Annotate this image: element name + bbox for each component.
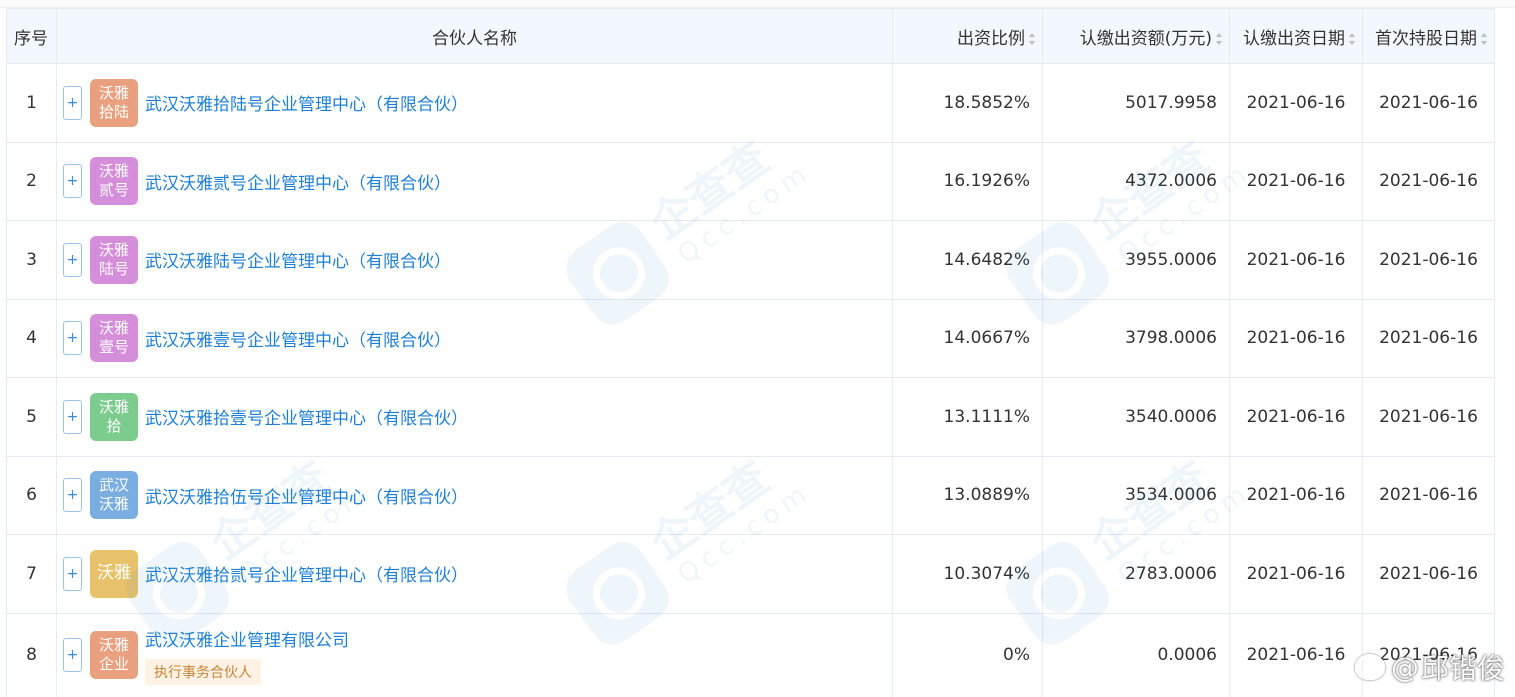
row-index: 6 bbox=[6, 455, 57, 535]
executive-partner-badge: 执行事务合伙人 bbox=[145, 658, 261, 685]
partner-name-cell: + 沃雅贰号 武汉沃雅贰号企业管理中心（有限合伙） bbox=[56, 141, 893, 221]
partner-name-link[interactable]: 武汉沃雅企业管理有限公司 bbox=[145, 626, 349, 651]
partner-name-link[interactable]: 武汉沃雅拾陆号企业管理中心（有限合伙） bbox=[145, 90, 468, 115]
subscribe-date: 2021-06-16 bbox=[1229, 612, 1363, 697]
row-index: 4 bbox=[6, 298, 57, 378]
expand-button[interactable]: + bbox=[63, 242, 82, 277]
contribution-ratio: 13.0889% bbox=[892, 455, 1043, 535]
partners-table: 序号 合伙人名称 出资比例 认缴出资额(万元) 认缴出资日期 首次持股日期 1 +… bbox=[6, 8, 1495, 697]
subscribed-amount: 5017.9958 bbox=[1042, 63, 1230, 143]
partner-name-link[interactable]: 武汉沃雅贰号企业管理中心（有限合伙） bbox=[145, 169, 451, 194]
first-hold-date: 2021-06-16 bbox=[1362, 220, 1495, 300]
weibo-watermark: @ 邱锴俊 bbox=[1354, 647, 1505, 687]
subscribe-date: 2021-06-16 bbox=[1229, 377, 1363, 457]
sort-icon[interactable] bbox=[1481, 32, 1488, 45]
partner-name-cell: + 沃雅陆号 武汉沃雅陆号企业管理中心（有限合伙） bbox=[56, 220, 893, 300]
partner-name-link[interactable]: 武汉沃雅拾壹号企业管理中心（有限合伙） bbox=[145, 404, 468, 429]
partner-name-link[interactable]: 武汉沃雅拾伍号企业管理中心（有限合伙） bbox=[145, 483, 468, 508]
subscribed-amount: 3534.0006 bbox=[1042, 455, 1230, 535]
expand-button[interactable]: + bbox=[63, 399, 82, 434]
partner-name-link[interactable]: 武汉沃雅陆号企业管理中心（有限合伙） bbox=[145, 247, 451, 272]
contribution-ratio: 10.3074% bbox=[892, 534, 1043, 614]
company-logo: 沃雅拾 bbox=[90, 392, 138, 441]
subscribe-date: 2021-06-16 bbox=[1229, 63, 1363, 143]
contribution-ratio: 13.1111% bbox=[892, 377, 1043, 457]
company-logo: 沃雅拾陆 bbox=[90, 78, 138, 127]
contribution-ratio: 14.0667% bbox=[892, 298, 1043, 378]
subscribe-date: 2021-06-16 bbox=[1229, 141, 1363, 221]
weibo-username: 邱锴俊 bbox=[1420, 652, 1505, 685]
contribution-ratio: 0% bbox=[892, 612, 1043, 697]
sort-icon[interactable] bbox=[1029, 32, 1036, 45]
header-amount-sort[interactable]: 认缴出资额(万元) bbox=[1042, 8, 1230, 64]
partner-name-link[interactable]: 武汉沃雅壹号企业管理中心（有限合伙） bbox=[145, 326, 451, 351]
table-row: 4 + 沃雅壹号 武汉沃雅壹号企业管理中心（有限合伙） 14.0667% 3798.000… bbox=[6, 298, 1495, 378]
partner-name-cell: + 沃雅 武汉沃雅拾贰号企业管理中心（有限合伙） bbox=[56, 534, 893, 614]
table-row: 7 + 沃雅 武汉沃雅拾贰号企业管理中心（有限合伙） 10.3074% 2783.0006… bbox=[6, 534, 1495, 614]
subscribed-amount: 2783.0006 bbox=[1042, 534, 1230, 614]
expand-button[interactable]: + bbox=[63, 164, 82, 199]
company-logo: 沃雅贰号 bbox=[90, 157, 138, 206]
header-name: 合伙人名称 bbox=[56, 8, 893, 64]
row-index: 3 bbox=[6, 220, 57, 300]
subscribed-amount: 3540.0006 bbox=[1042, 377, 1230, 457]
partner-name-link[interactable]: 武汉沃雅拾贰号企业管理中心（有限合伙） bbox=[145, 561, 468, 586]
partner-name-cell: + 沃雅企业 武汉沃雅企业管理有限公司 执行事务合伙人 bbox=[56, 612, 893, 697]
row-index: 8 bbox=[6, 612, 57, 697]
subscribe-date: 2021-06-16 bbox=[1229, 455, 1363, 535]
sort-icon[interactable] bbox=[1216, 32, 1223, 45]
company-logo: 沃雅企业 bbox=[90, 631, 138, 679]
company-logo: 沃雅陆号 bbox=[90, 235, 138, 284]
first-hold-date: 2021-06-16 bbox=[1362, 377, 1495, 457]
company-logo: 沃雅壹号 bbox=[90, 314, 138, 363]
contribution-ratio: 18.5852% bbox=[892, 63, 1043, 143]
row-index: 2 bbox=[6, 141, 57, 221]
row-index: 1 bbox=[6, 63, 57, 143]
subscribed-amount: 0.0006 bbox=[1042, 612, 1230, 697]
first-hold-date: 2021-06-16 bbox=[1362, 534, 1495, 614]
partner-name-cell: + 武汉沃雅 武汉沃雅拾伍号企业管理中心（有限合伙） bbox=[56, 455, 893, 535]
expand-button[interactable]: + bbox=[63, 321, 82, 356]
contribution-ratio: 16.1926% bbox=[892, 141, 1043, 221]
subscribe-date: 2021-06-16 bbox=[1229, 534, 1363, 614]
first-hold-date: 2021-06-16 bbox=[1362, 298, 1495, 378]
subscribe-date: 2021-06-16 bbox=[1229, 298, 1363, 378]
weibo-icon bbox=[1354, 654, 1385, 680]
company-logo: 沃雅 bbox=[90, 549, 138, 598]
partner-name-cell: + 沃雅壹号 武汉沃雅壹号企业管理中心（有限合伙） bbox=[56, 298, 893, 378]
row-index: 5 bbox=[6, 377, 57, 457]
subscribed-amount: 4372.0006 bbox=[1042, 141, 1230, 221]
header-ratio-sort[interactable]: 出资比例 bbox=[892, 8, 1043, 64]
header-index: 序号 bbox=[6, 8, 57, 64]
expand-button[interactable]: + bbox=[63, 556, 82, 591]
table-row: 5 + 沃雅拾 武汉沃雅拾壹号企业管理中心（有限合伙） 13.1111% 3540.000… bbox=[6, 377, 1495, 457]
header-first-hold-date-sort[interactable]: 首次持股日期 bbox=[1362, 8, 1495, 64]
table-row: 3 + 沃雅陆号 武汉沃雅陆号企业管理中心（有限合伙） 14.6482% 3955.000… bbox=[6, 220, 1495, 300]
table-body: 1 + 沃雅拾陆 武汉沃雅拾陆号企业管理中心（有限合伙） 18.5852% 5017.99… bbox=[6, 63, 1495, 697]
partner-name-cell: + 沃雅拾 武汉沃雅拾壹号企业管理中心（有限合伙） bbox=[56, 377, 893, 457]
contribution-ratio: 14.6482% bbox=[892, 220, 1043, 300]
subscribed-amount: 3798.0006 bbox=[1042, 298, 1230, 378]
table-row: 6 + 武汉沃雅 武汉沃雅拾伍号企业管理中心（有限合伙） 13.0889% 3534.00… bbox=[6, 455, 1495, 535]
expand-button[interactable]: + bbox=[63, 85, 82, 120]
first-hold-date: 2021-06-16 bbox=[1362, 455, 1495, 535]
expand-button[interactable]: + bbox=[63, 638, 82, 672]
company-logo: 武汉沃雅 bbox=[90, 471, 138, 520]
first-hold-date: 2021-06-16 bbox=[1362, 141, 1495, 221]
table-row: 8 + 沃雅企业 武汉沃雅企业管理有限公司 执行事务合伙人 0% 0.0006 2021-06… bbox=[6, 612, 1495, 697]
row-index: 7 bbox=[6, 534, 57, 614]
subscribed-amount: 3955.0006 bbox=[1042, 220, 1230, 300]
top-divider bbox=[0, 0, 1515, 8]
expand-button[interactable]: + bbox=[63, 478, 82, 513]
weibo-at: @ bbox=[1390, 650, 1419, 684]
partner-name-cell: + 沃雅拾陆 武汉沃雅拾陆号企业管理中心（有限合伙） bbox=[56, 63, 893, 143]
subscribe-date: 2021-06-16 bbox=[1229, 220, 1363, 300]
table-row: 1 + 沃雅拾陆 武汉沃雅拾陆号企业管理中心（有限合伙） 18.5852% 5017.99… bbox=[6, 63, 1495, 143]
table-row: 2 + 沃雅贰号 武汉沃雅贰号企业管理中心（有限合伙） 16.1926% 4372.000… bbox=[6, 141, 1495, 221]
sort-icon[interactable] bbox=[1349, 32, 1356, 45]
header-subscribe-date-sort[interactable]: 认缴出资日期 bbox=[1229, 8, 1363, 64]
table-header-row: 序号 合伙人名称 出资比例 认缴出资额(万元) 认缴出资日期 首次持股日期 bbox=[6, 8, 1495, 64]
first-hold-date: 2021-06-16 bbox=[1362, 63, 1495, 143]
